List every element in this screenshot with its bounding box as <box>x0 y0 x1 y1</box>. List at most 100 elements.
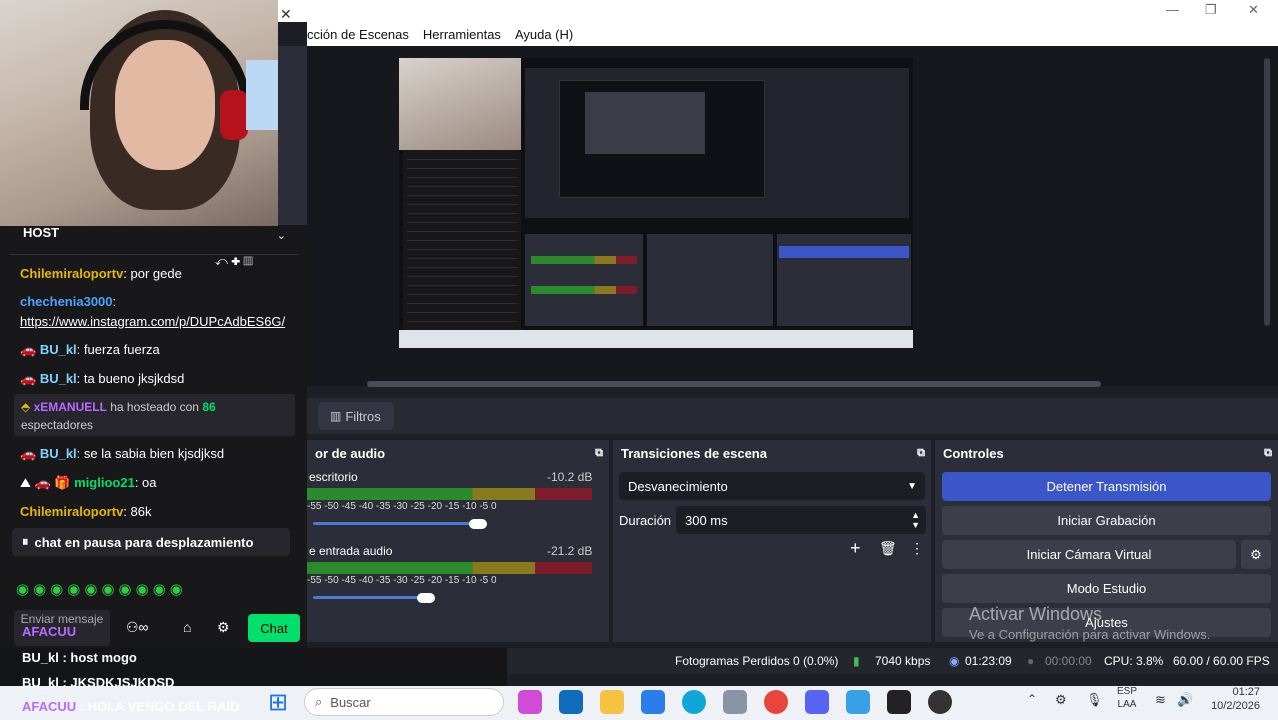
badge-icon: ⛰ 🚗 🎁 <box>20 475 75 490</box>
preview-taskbar <box>399 330 913 348</box>
chat-paused-text: chat en pausa para desplazamiento <box>34 534 254 550</box>
preview-horizontal-scrollbar[interactable] <box>367 381 1101 387</box>
gear-icon: ⚙ <box>1250 546 1262 562</box>
transitions-title: Transiciones de escena <box>621 445 767 461</box>
activate-windows-title: Activar Windows <box>969 604 1103 624</box>
volume-knob-mic[interactable] <box>417 593 435 603</box>
copilot-icon[interactable] <box>518 690 542 714</box>
raid-user[interactable]: xEMANUELL <box>34 400 107 414</box>
duration-input[interactable]: 300 ms ▲ ▼ <box>676 506 926 534</box>
overlay-text: : JKSDKJSJKDSD <box>58 675 175 690</box>
overlay-line: BU_kl : host mogo <box>22 650 137 665</box>
audio-mixer-title: or de audio <box>315 445 386 461</box>
overlay-line: BU_kl : JKSDKJSJKDSD <box>22 675 174 690</box>
taskbar-search[interactable]: ⌕ Buscar <box>304 688 504 716</box>
chat-username[interactable]: BU_kl <box>40 371 77 386</box>
obs-icon[interactable] <box>928 690 952 714</box>
start-recording-button[interactable]: Iniciar Grabación <box>942 506 1271 535</box>
menu-tools[interactable]: Herramientas <box>423 27 501 42</box>
chat-username[interactable]: BU_kl <box>40 446 77 461</box>
undock-icon[interactable]: ⧉ <box>917 447 925 460</box>
host-label: HOST <box>23 225 60 240</box>
overlay-user: BU_kl <box>22 675 59 690</box>
search-icon: ⌕ <box>315 694 323 709</box>
menu-scene-collection[interactable]: cción de Escenas <box>307 27 409 42</box>
chat-text: : oa <box>134 475 157 490</box>
undock-icon[interactable]: ⧉ <box>1264 447 1272 460</box>
chat-text: : 86k <box>123 504 152 519</box>
preview-transitions-dock <box>647 234 773 326</box>
audio-meter-mic <box>307 562 592 574</box>
settings-app-icon[interactable] <box>723 690 747 714</box>
close-window-icon[interactable]: ✕ <box>1248 2 1259 18</box>
chat-tool-icons[interactable]: ⤺ ✚ ▥ <box>215 254 253 269</box>
menu-help[interactable]: Ayuda (H) <box>515 27 573 42</box>
close-overlay-icon[interactable]: ✕ <box>280 6 292 23</box>
chat-link[interactable]: https://www.instagram.com/p/DUPcAdbES6G/ <box>20 314 285 329</box>
add-transition-icon[interactable]: + <box>850 538 861 559</box>
volume-slider-desktop[interactable] <box>313 522 477 525</box>
studio-mode-button[interactable]: Modo Estudio <box>942 574 1271 603</box>
chat-username[interactable]: BU_kl <box>40 342 77 357</box>
restore-icon[interactable]: ❐ <box>1205 2 1217 18</box>
edge-icon[interactable] <box>682 690 706 714</box>
wifi-icon[interactable]: ≋ <box>1155 692 1166 708</box>
gear-icon[interactable]: ⚙ <box>217 619 230 636</box>
chevron-up-icon[interactable]: ⌃ <box>1027 692 1037 706</box>
trash-icon[interactable]: 🗑 <box>879 540 897 557</box>
language-indicator[interactable]: ESP LAA <box>1117 685 1137 711</box>
chevron-down-icon[interactable]: ⌄ <box>277 229 286 242</box>
network-tray-icon[interactable]: ⚙ <box>1055 692 1067 708</box>
chat-paused-banner[interactable]: ⏸ chat en pausa para desplazamiento <box>12 528 290 556</box>
stop-streaming-button[interactable]: Detener Transmisión <box>942 472 1271 501</box>
host-bar: HOST ⌄ <box>10 225 298 255</box>
transition-select[interactable]: Desvanecimiento ▼ <box>619 472 925 500</box>
chat-username[interactable]: miglioo21 <box>74 475 135 490</box>
chat-username[interactable]: Chilemiraloportv <box>20 266 123 281</box>
badge-icon: 🚗 <box>20 446 40 461</box>
preview-vertical-scrollbar[interactable] <box>1264 58 1270 326</box>
epic-games-icon[interactable] <box>887 690 911 714</box>
dropped-frames: Fotogramas Perdidos 0 (0.0%) <box>675 654 839 668</box>
discord-icon[interactable] <box>805 690 829 714</box>
preview-chat <box>403 150 521 348</box>
chat-username[interactable]: Chilemiraloportv <box>20 504 123 519</box>
file-explorer-icon[interactable] <box>600 690 624 714</box>
outlook-icon[interactable] <box>559 690 583 714</box>
emote-bar[interactable]: ◉◉◉◉◉◉◉◉◉◉ <box>16 580 276 600</box>
audio-channel-mic: e entrada audio <box>309 544 393 558</box>
store-icon[interactable]: ⌂ <box>183 619 191 635</box>
volume-icon[interactable]: 🔊 <box>1177 692 1193 708</box>
windows-start-icon[interactable]: ⊞ <box>268 688 288 717</box>
audio-ticks-mic: -55 -50 -45 -40 -35 -30 -25 -20 -15 -10 … <box>307 575 497 586</box>
photos-icon[interactable] <box>846 690 870 714</box>
more-options-icon[interactable]: ⋮ <box>910 540 924 557</box>
volume-knob-desktop[interactable] <box>469 519 487 529</box>
badge-icon: 🚗 <box>20 371 40 386</box>
store-app-icon[interactable] <box>641 690 665 714</box>
start-virtual-camera-button[interactable]: Iniciar Cámara Virtual <box>942 540 1236 569</box>
audio-db-desktop: -10.2 dB <box>547 470 593 484</box>
search-placeholder: Buscar <box>330 694 371 710</box>
raid-icon: ⬘ <box>21 400 34 414</box>
filters-button[interactable]: ▥ Filtros <box>318 402 394 430</box>
volume-slider-mic[interactable] <box>313 596 425 599</box>
stream-preview[interactable] <box>399 58 913 348</box>
chat-username[interactable]: chechenia3000 <box>20 294 113 309</box>
virtual-camera-settings-button[interactable]: ⚙ <box>1241 540 1271 569</box>
preview-controls-dock <box>777 234 911 326</box>
filters-icon: ▥ <box>330 409 342 423</box>
chrome-icon[interactable] <box>764 690 788 714</box>
microphone-icon[interactable]: 🎙 <box>1086 692 1103 708</box>
minimize-icon[interactable]: — <box>1166 2 1179 17</box>
menu-bar: cción de Escenas Herramientas Ayuda (H) <box>307 22 1278 46</box>
raid-tail: espectadores <box>21 418 94 432</box>
chat-send-button[interactable]: Chat <box>248 614 300 642</box>
clock[interactable]: 01:27 10/2/2026 <box>1206 685 1260 713</box>
source-toolbar <box>307 398 1278 434</box>
channel-points-icon[interactable]: ⚇∞ <box>126 619 149 636</box>
stepper-icon[interactable]: ▲ ▼ <box>911 510 920 530</box>
signal-icon: ▮ <box>853 654 860 668</box>
chat-text: : ta bueno jksjkdsd <box>76 371 185 386</box>
undock-icon[interactable]: ⧉ <box>595 447 603 460</box>
